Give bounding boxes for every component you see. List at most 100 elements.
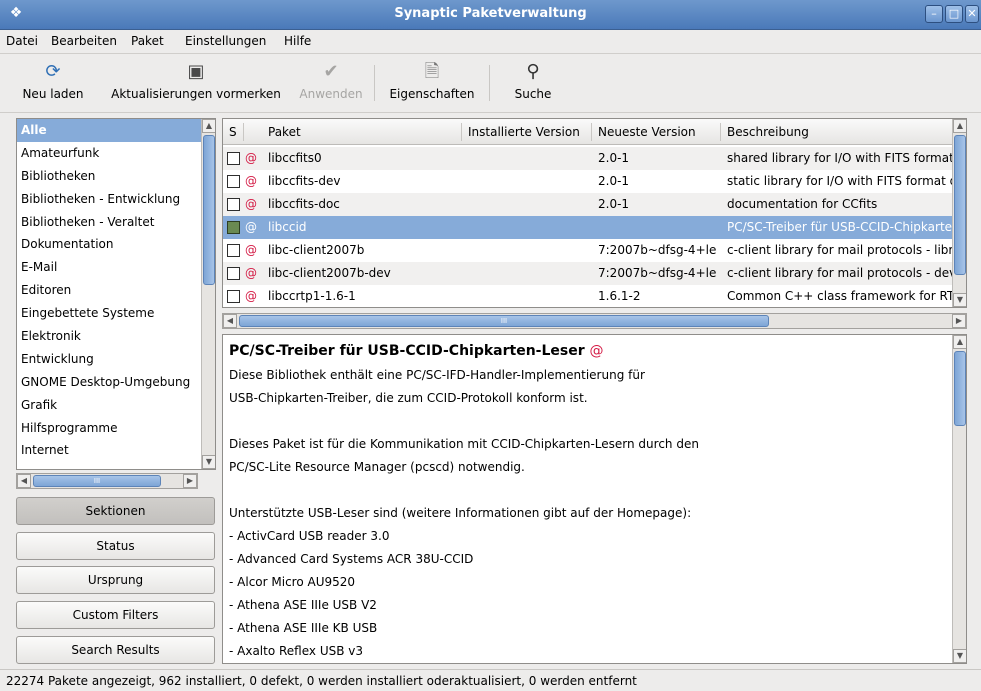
package-name: libccfits-doc [268,197,340,211]
section-item[interactable]: Grafik [17,394,201,417]
section-item[interactable]: Bibliotheken - Entwicklung [17,188,201,211]
scroll-up-icon[interactable]: ▲ [953,335,966,349]
package-checkbox[interactable] [227,198,240,211]
package-latest-version: 7:2007b~dfsg-4+le [598,266,717,280]
package-row[interactable]: @ libccfits0 2.0-1 shared library for I/… [223,147,966,170]
scroll-down-icon[interactable]: ▼ [953,293,966,307]
search-label: Suche [514,87,552,101]
menu-paket[interactable]: Paket [131,34,164,48]
package-row[interactable]: @ libccfits-dev 2.0-1 static library for… [223,170,966,193]
filter-origin-button[interactable]: Ursprung [16,566,215,594]
section-item[interactable]: Dokumentation [17,233,201,256]
scroll-left-icon[interactable]: ◀ [223,314,237,328]
package-row-selected[interactable]: @ libccid PC/SC-Treiber für USB-CCID-Chi… [223,216,966,239]
menu-bearbeiten[interactable]: Bearbeiten [51,34,117,48]
package-checkbox[interactable] [227,152,240,165]
sections-hscrollbar[interactable]: ◀ III ▶ [16,473,198,489]
package-checkbox[interactable] [227,221,240,234]
reload-button[interactable]: ⟳ Neu laden [10,57,96,109]
section-item[interactable]: Amateurfunk [17,142,201,165]
column-installed-version[interactable]: Installierte Version [468,125,580,139]
description-vscrollbar[interactable]: ▲ ▼ [952,335,966,663]
section-item[interactable]: Bibliotheken - Veraltet [17,211,201,234]
scroll-right-icon[interactable]: ▶ [183,474,197,488]
close-icon[interactable]: ✕ [965,5,979,23]
section-item[interactable]: Entwicklung [17,348,201,371]
scroll-thumb[interactable]: III [33,475,161,487]
menu-hilfe[interactable]: Hilfe [284,34,311,48]
debian-swirl-icon: @ [245,151,257,165]
menu-einstellungen[interactable]: Einstellungen [185,34,266,48]
package-checkbox[interactable] [227,175,240,188]
apply-button[interactable]: ✔ Anwenden [296,57,366,109]
debian-swirl-icon: @ [245,220,257,234]
minimize-icon[interactable]: – [925,5,943,23]
package-checkbox[interactable] [227,290,240,303]
apply-label: Anwenden [299,87,363,101]
section-item[interactable]: Internet [17,439,201,462]
package-name: libccid [268,220,307,234]
scroll-up-icon[interactable]: ▲ [202,119,215,133]
scroll-up-icon[interactable]: ▲ [953,119,966,133]
debian-swirl-icon: @ [245,243,257,257]
section-item[interactable]: Eingebettete Systeme [17,302,201,325]
section-item[interactable]: Hilfsprogramme [17,417,201,440]
package-latest-version: 2.0-1 [598,174,630,188]
package-row[interactable]: @ libc-client2007b-dev 7:2007b~dfsg-4+le… [223,262,966,285]
binoculars-icon: ⚲ [526,61,540,82]
column-description[interactable]: Beschreibung [727,125,809,139]
package-name: libc-client2007b-dev [268,266,391,280]
sections-vscrollbar[interactable]: ▲ ▼ [201,119,215,469]
sections-list: Alle Amateurfunk Bibliotheken Bibliothek… [16,118,216,470]
search-button[interactable]: ⚲ Suche [504,57,562,109]
section-item[interactable]: Elektronik [17,325,201,348]
column-package[interactable]: Paket [268,125,301,139]
package-row[interactable]: @ libccrtp1-1.6-1 1.6.1-2 Common C++ cla… [223,285,966,307]
package-latest-version: 1.6.1-2 [598,289,641,303]
filter-sections-button[interactable]: Sektionen [16,497,215,525]
properties-button[interactable]: 🗎 Eigenschaften [384,57,480,109]
section-item[interactable]: E-Mail [17,256,201,279]
package-list-header: S Paket Installierte Version Neueste Ver… [223,119,966,145]
package-row[interactable]: @ libccfits-doc 2.0-1 documentation for … [223,193,966,216]
menu-bar: Datei Bearbeiten Paket Einstellungen Hil… [0,30,981,54]
description-line: - Athena ASE IIIe USB V2 [229,598,377,612]
column-divider [720,123,721,141]
scroll-thumb[interactable] [954,351,966,426]
description-line: - ActivCard USB reader 3.0 [229,529,390,543]
status-text: 22274 Pakete angezeigt, 962 installiert,… [6,674,637,688]
package-checkbox[interactable] [227,244,240,257]
filter-status-button[interactable]: Status [16,532,215,560]
search-results-button[interactable]: Search Results [16,636,215,664]
section-item[interactable]: Editoren [17,279,201,302]
debian-swirl-icon: @ [589,343,604,359]
package-row[interactable]: @ libc-client2007b 7:2007b~dfsg-4+le c-c… [223,239,966,262]
maximize-icon[interactable]: □ [945,5,963,23]
column-latest-version[interactable]: Neueste Version [598,125,696,139]
section-item[interactable]: Bibliotheken [17,165,201,188]
description-line: - Axalto Reflex USB v3 [229,644,364,658]
scroll-thumb[interactable] [203,135,215,285]
custom-filters-button[interactable]: Custom Filters [16,601,215,629]
section-item[interactable]: GNOME Desktop-Umgebung [17,371,201,394]
debian-swirl-icon: @ [245,266,257,280]
scroll-thumb[interactable] [954,135,966,275]
mark-updates-button[interactable]: ▣ Aktualisierungen vormerken [100,57,292,109]
package-list: S Paket Installierte Version Neueste Ver… [222,118,967,308]
column-status[interactable]: S [229,125,237,139]
scroll-thumb[interactable]: III [239,315,769,327]
status-bar: 22274 Pakete angezeigt, 962 installiert,… [0,669,981,691]
scroll-down-icon[interactable]: ▼ [202,455,215,469]
package-list-hscrollbar[interactable]: ◀ III ▶ [222,313,967,329]
scroll-left-icon[interactable]: ◀ [17,474,31,488]
package-description: static library for I/O with FITS format … [727,174,953,188]
section-item-alle[interactable]: Alle [17,119,201,142]
description-line: - Alcor Micro AU9520 [229,575,356,589]
scroll-down-icon[interactable]: ▼ [953,649,966,663]
description-line: - Advanced Card Systems ACR 38U-CCID [229,552,474,566]
scroll-right-icon[interactable]: ▶ [952,314,966,328]
package-checkbox[interactable] [227,267,240,280]
menu-datei[interactable]: Datei [6,34,38,48]
package-list-vscrollbar[interactable]: ▲ ▼ [952,119,966,307]
package-description: PC/SC-Treiber für USB-CCID-Chipkarte [727,220,953,234]
